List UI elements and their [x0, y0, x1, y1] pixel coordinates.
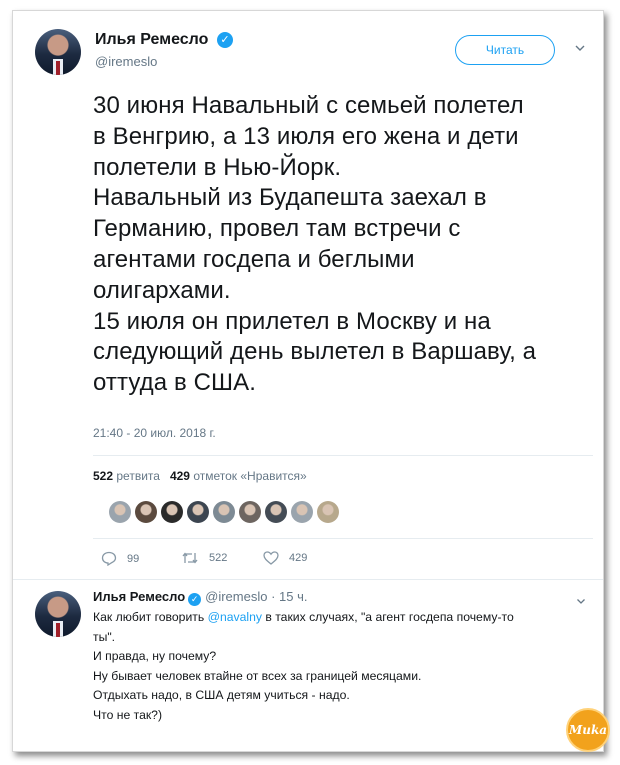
- liker-avatar[interactable]: [291, 501, 313, 523]
- author-name[interactable]: Илья Ремесло: [95, 31, 208, 49]
- likes-label[interactable]: отметок «Нравится»: [193, 469, 306, 483]
- reply-text-line: Ну бывает человек втайне от всех за гран…: [93, 668, 422, 683]
- reply-text-line: Как любит говорить @navalny в таких случ…: [93, 610, 514, 624]
- like-action[interactable]: 429: [263, 551, 307, 565]
- chevron-down-icon[interactable]: [573, 41, 587, 55]
- follow-button[interactable]: Читать: [455, 35, 555, 65]
- retweet-action[interactable]: 522: [181, 551, 227, 565]
- divider: [93, 538, 593, 539]
- liker-avatar[interactable]: [317, 501, 339, 523]
- reply-text-line: Что не так?): [93, 707, 163, 722]
- retweet-icon: [182, 552, 198, 564]
- liker-avatar[interactable]: [265, 501, 287, 523]
- liker-avatar[interactable]: [187, 501, 209, 523]
- likers-avatars: [109, 501, 339, 523]
- liker-avatar[interactable]: [135, 501, 157, 523]
- heart-icon: [263, 551, 279, 565]
- liker-avatar[interactable]: [161, 501, 183, 523]
- tweet-separator: [13, 579, 603, 580]
- tweet-text-line: Германию, провел там встречи с: [93, 215, 461, 243]
- tweet-text-line: следующий день вылетел в Варшаву, а: [93, 338, 537, 366]
- chevron-down-icon[interactable]: [575, 595, 587, 607]
- tweet-text-line: 30 июня Навальный с семьей полетел: [93, 92, 524, 119]
- tweet-text-line: в Венгрию, а 13 июля его жена и дети: [93, 122, 519, 150]
- tweet-text-line: 15 июля он прилетел в Москву и на: [93, 307, 491, 335]
- reply-icon: [101, 551, 117, 566]
- reply-author-avatar[interactable]: [35, 591, 81, 637]
- tweet-text-line: олигархами.: [93, 276, 231, 304]
- reply-text-line: И правда, ну почему?: [93, 649, 217, 663]
- author-handle[interactable]: @iremeslo: [95, 54, 157, 69]
- tweet-timestamp[interactable]: 21:40 - 20 июл. 2018 г.: [93, 426, 216, 440]
- liker-avatar[interactable]: [109, 501, 131, 523]
- mention-link[interactable]: @navalny: [208, 610, 262, 624]
- author-avatar[interactable]: [35, 29, 81, 75]
- tweet-screenshot-frame: Илья Ремесло ✓ @iremeslo Читать 30 июня …: [12, 10, 610, 752]
- tweet-text-line: полетели в Нью-Йорк.: [93, 153, 342, 181]
- tweet-text: 30 июня Навальный с семьей полетел в Вен…: [93, 91, 593, 399]
- tweet-text-line: Навальный из Будапешта заехал в: [93, 184, 487, 212]
- reply-text-line: ты".: [93, 629, 116, 644]
- reply-text: Как любит говорить @navalny в таких случ…: [93, 608, 593, 725]
- reply-time[interactable]: · 15 ч.: [271, 589, 307, 604]
- liker-avatar[interactable]: [213, 501, 235, 523]
- retweets-count[interactable]: 522: [93, 469, 113, 483]
- reply-author-handle[interactable]: @iremeslo: [205, 589, 267, 604]
- tweet-text-line: оттуда в США.: [93, 369, 257, 397]
- tweet-text-line: агентами госдепа и беглыми: [93, 245, 415, 273]
- watermark-logo: Muka: [566, 708, 610, 752]
- verified-badge-icon: ✓: [188, 593, 202, 606]
- reply-text-line: Отдыхать надо, в США детям учиться - над…: [93, 688, 350, 702]
- reply-header: Илья Ремесло ✓ @iremeslo · 15 ч.: [93, 589, 308, 606]
- engagement-stats: 522 ретвита 429 отметок «Нравится»: [93, 469, 307, 483]
- liker-avatar[interactable]: [239, 501, 261, 523]
- retweet-count: 522: [209, 552, 228, 564]
- reply-author-name[interactable]: Илья Ремесло: [93, 589, 185, 604]
- likes-count[interactable]: 429: [170, 469, 190, 483]
- reply-count: 99: [127, 552, 140, 565]
- like-count: 429: [289, 552, 308, 564]
- reply-action[interactable]: 99: [101, 551, 139, 566]
- divider: [93, 455, 593, 456]
- verified-badge-icon: ✓: [217, 32, 233, 48]
- retweets-label[interactable]: ретвита: [116, 469, 160, 483]
